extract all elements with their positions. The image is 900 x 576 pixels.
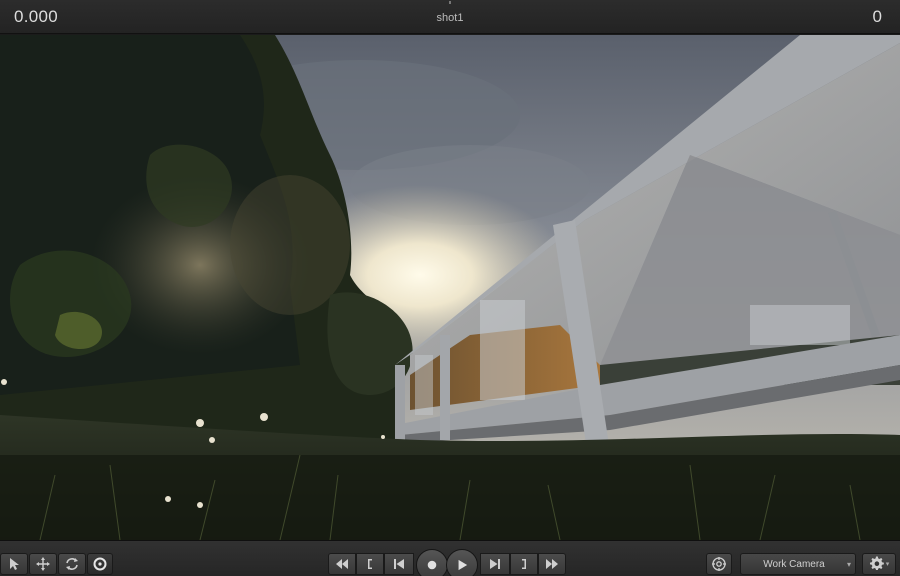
move-arrows-icon	[36, 557, 50, 571]
arrow-cursor-icon	[10, 558, 19, 570]
rotate-arrows-icon	[66, 558, 78, 570]
fast-rewind-button[interactable]	[328, 553, 356, 575]
camera-select[interactable]: Work Camera ▾	[740, 553, 856, 575]
skip-start-icon	[394, 559, 404, 569]
render-viewport[interactable]	[0, 35, 900, 540]
gear-icon	[869, 556, 884, 571]
fast-forward-button[interactable]	[538, 553, 566, 575]
chevron-down-icon: ▾	[846, 559, 851, 569]
move-tool-button[interactable]	[29, 553, 57, 575]
orbit-target-button[interactable]	[87, 553, 113, 575]
viewport-scene	[0, 35, 900, 540]
bracket-left-icon	[368, 559, 372, 569]
go-to-start-button[interactable]	[384, 553, 414, 575]
shot-name[interactable]: shot1	[0, 12, 900, 24]
fast-forward-icon	[546, 559, 558, 569]
shot-marker	[449, 1, 451, 4]
rotate-tool-button[interactable]	[58, 553, 86, 575]
target-icon	[93, 557, 107, 571]
fast-rewind-icon	[336, 559, 348, 569]
camera-select-label: Work Camera	[763, 558, 825, 570]
record-button[interactable]	[416, 549, 448, 576]
bracket-right-icon	[522, 559, 526, 569]
skip-end-icon	[490, 559, 500, 569]
prev-key-button[interactable]	[356, 553, 384, 575]
record-icon	[427, 560, 437, 570]
go-to-end-button[interactable]	[480, 553, 510, 575]
settings-button[interactable]: ▾	[862, 553, 896, 575]
play-icon	[458, 559, 468, 571]
next-key-button[interactable]	[510, 553, 538, 575]
timeline-header: 0.000 shot1 0	[0, 0, 900, 34]
select-tool-button[interactable]	[0, 553, 28, 575]
frame-readout: 0	[872, 7, 882, 26]
viewport-toolbar: Work Camera ▾ ▾	[0, 540, 900, 576]
camera-target-icon	[712, 557, 726, 571]
play-button[interactable]	[446, 549, 478, 576]
camera-target-button[interactable]	[706, 553, 732, 575]
settings-chevron-icon: ▾	[885, 561, 890, 568]
